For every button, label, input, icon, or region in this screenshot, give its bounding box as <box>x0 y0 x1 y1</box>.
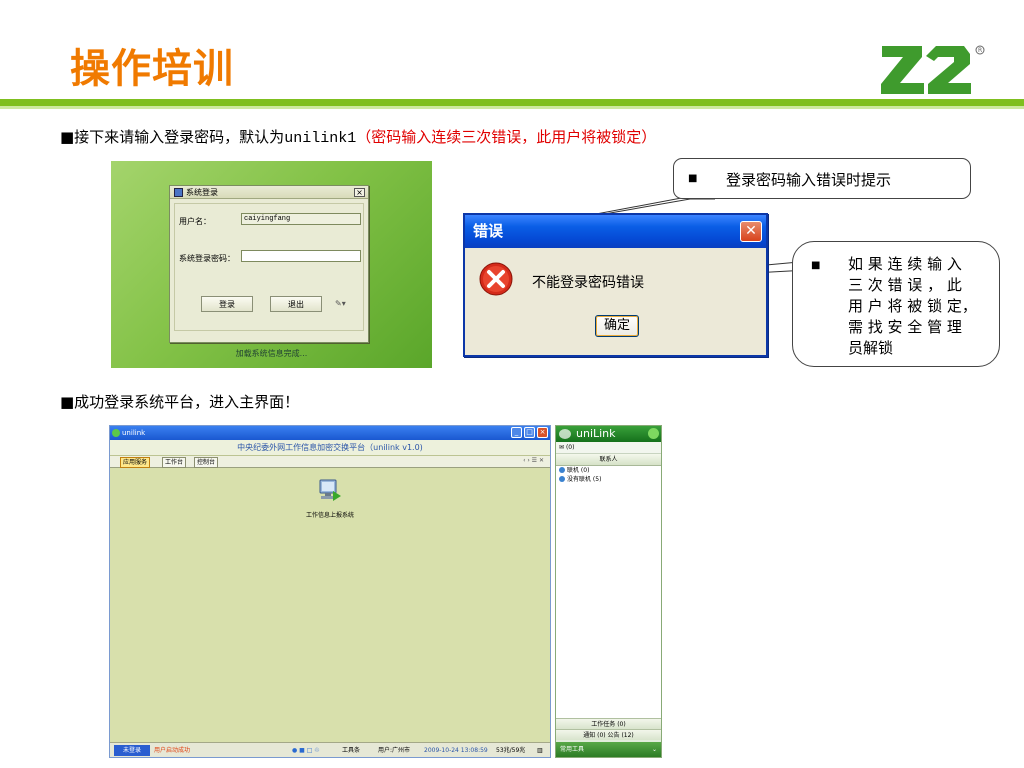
callout-line: 员解锁 <box>848 339 894 357</box>
tab-console[interactable]: 控制台 <box>194 457 219 468</box>
error-dialog: 错误 ✕ 不能登录密码错误 确定 <box>463 213 768 357</box>
unilink-logo-icon <box>559 429 571 439</box>
close-icon[interactable]: ✕ <box>740 221 762 242</box>
error-icon <box>479 262 513 296</box>
common-tools-label: 常用工具 <box>560 746 585 753</box>
work-tasks-button[interactable]: 工作任务 (0) <box>556 718 661 729</box>
z2-logo: R <box>881 45 985 94</box>
contacts-list: 联机 (0) 没有联机 (5) <box>556 466 661 718</box>
group-label: 没有联机 (5) <box>567 476 602 483</box>
default-password: unilink1 <box>284 130 357 147</box>
ok-button[interactable]: 确定 <box>595 315 639 337</box>
app-statusbar: 未登录 用户启动成功 ● ■ □ ♲ 工具条 用户:广州市 2009-10-24… <box>110 742 550 757</box>
desktop-item-label: 工作信息上报系统 <box>305 512 354 519</box>
instruction-line-1: ■接下来请输入登录密码，默认为unilink1（密码输入连续三次错误，此用户将被… <box>60 126 656 147</box>
status-count: (0) <box>565 444 575 451</box>
callout-text: 登录密码输入错误时提示 <box>726 171 892 189</box>
group-offline[interactable]: 没有联机 (5) <box>556 475 661 484</box>
callout-error-hint: ■ 登录密码输入错误时提示 <box>673 158 971 199</box>
computer-icon <box>319 479 341 501</box>
callout-line: 如 果 连 续 输 入 <box>848 255 962 273</box>
unilink-status-line: ✉ (0) <box>556 442 661 454</box>
user-icon: ✉ <box>559 444 566 451</box>
error-title: 错误 <box>473 222 504 240</box>
callout-line: 三 次 错 误 ， 此 <box>848 276 962 294</box>
password-field[interactable] <box>241 250 361 262</box>
status-message: 用户启动成功 <box>154 747 191 754</box>
header-divider-light <box>0 106 1024 109</box>
slide: 操作培训 R ■接下来请输入登录密码，默认为unilink1（密码输入连续三次错… <box>0 0 1024 768</box>
lockout-note: （密码输入连续三次错误，此用户将被锁定） <box>356 128 657 146</box>
memory-usage: 53兆/59兆 <box>496 747 526 754</box>
callout-lines: 如 果 连 续 输 入 三 次 错 误 ， 此 用 户 将 被 锁 定， 需 找… <box>848 254 977 359</box>
start-button[interactable]: 未登录 <box>114 745 150 756</box>
settings-dropdown-icon[interactable]: ✎▾ <box>335 299 346 308</box>
toolbar-icons[interactable]: ● ■ □ ♲ <box>292 745 320 756</box>
login-form: 用户名： caiyingfang 系统登录密码： 登录 退出 ✎▾ <box>174 203 364 331</box>
loading-status: 加载系统信息完成... <box>235 349 308 358</box>
tab-apps[interactable]: 应用服务 <box>120 457 151 468</box>
chevron-down-icon[interactable]: ⌄ <box>652 742 657 757</box>
callout-line: 需 找 安 全 管 理 <box>848 318 962 336</box>
common-tools-bar[interactable]: 常用工具 ⌄ <box>556 742 661 757</box>
trash-icon[interactable]: ▥ <box>537 745 543 756</box>
group-icon <box>559 476 565 482</box>
app-tabbar: 应用服务 工作台 控制台 ‹ › ☰ ✕ <box>110 456 550 468</box>
datetime: 2009-10-24 13:08:59 <box>424 747 488 754</box>
status-icon[interactable] <box>648 428 659 439</box>
close-icon[interactable]: × <box>537 427 548 438</box>
unilink-header: uniLink <box>556 426 661 442</box>
app-titlebar: unilink _ □ × <box>110 426 550 440</box>
callout-lockout: ■ 如 果 连 续 输 入 三 次 错 误 ， 此 用 户 将 被 锁 定， 需… <box>792 241 1000 367</box>
notices-button[interactable]: 通知 (0) 公告 (12) <box>556 729 661 740</box>
group-online[interactable]: 联机 (0) <box>556 466 661 475</box>
login-title: 系统登录 <box>186 188 218 197</box>
login-titlebar: 系统登录 × <box>170 186 368 199</box>
exit-button[interactable]: 退出 <box>270 296 322 312</box>
header-divider <box>0 99 1024 106</box>
tab-controls[interactable]: ‹ › ☰ ✕ <box>523 457 544 464</box>
unilink-brand: uniLink <box>576 427 616 440</box>
login-dialog: 系统登录 × 用户名： caiyingfang 系统登录密码： 登录 退出 ✎▾ <box>169 185 369 343</box>
close-icon[interactable]: × <box>354 188 365 197</box>
svg-text:R: R <box>978 47 982 54</box>
slide-title: 操作培训 <box>70 46 234 92</box>
error-titlebar: 错误 ✕ <box>465 215 766 248</box>
desktop-item[interactable]: 工作信息上报系统 <box>288 478 372 519</box>
toolbox-label[interactable]: 工具条 <box>342 745 360 756</box>
callout-bullet: ■ <box>811 260 821 271</box>
app-header: 中央纪委外网工作信息加密交换平台（unilink v1.0) <box>110 440 550 456</box>
instruction-line-2: ■成功登录系统平台，进入主界面！ <box>60 393 300 411</box>
minimize-icon[interactable]: _ <box>511 427 522 438</box>
username-label: 用户名： <box>179 217 211 226</box>
password-label: 系统登录密码： <box>179 254 235 263</box>
login-screenshot: 系统登录 × 用户名： caiyingfang 系统登录密码： 登录 退出 ✎▾… <box>111 161 432 368</box>
app-icon <box>174 188 183 197</box>
tab-workbench[interactable]: 工作台 <box>162 457 187 468</box>
unilink-panel: uniLink ✉ (0) 联系人 联机 (0) 没有联机 (5) 工作任务 (… <box>555 425 662 758</box>
callout-bullet: ■ <box>688 173 698 184</box>
username-field[interactable]: caiyingfang <box>241 213 361 225</box>
app-window-title: unilink <box>122 429 146 437</box>
main-app-screenshot: unilink _ □ × 中央纪委外网工作信息加密交换平台（unilink v… <box>109 425 551 758</box>
user-label: 用户:广州市 <box>378 747 411 754</box>
app-icon <box>112 429 120 437</box>
instruction-text: ■接下来请输入登录密码，默认为 <box>60 128 285 146</box>
group-icon <box>559 467 565 473</box>
contacts-header[interactable]: 联系人 <box>556 454 661 466</box>
login-button[interactable]: 登录 <box>201 296 253 312</box>
group-label: 联机 (0) <box>567 467 590 474</box>
error-message: 不能登录密码错误 <box>532 275 644 291</box>
callout-line: 用 户 将 被 锁 定， <box>848 297 977 315</box>
maximize-icon[interactable]: □ <box>524 427 535 438</box>
